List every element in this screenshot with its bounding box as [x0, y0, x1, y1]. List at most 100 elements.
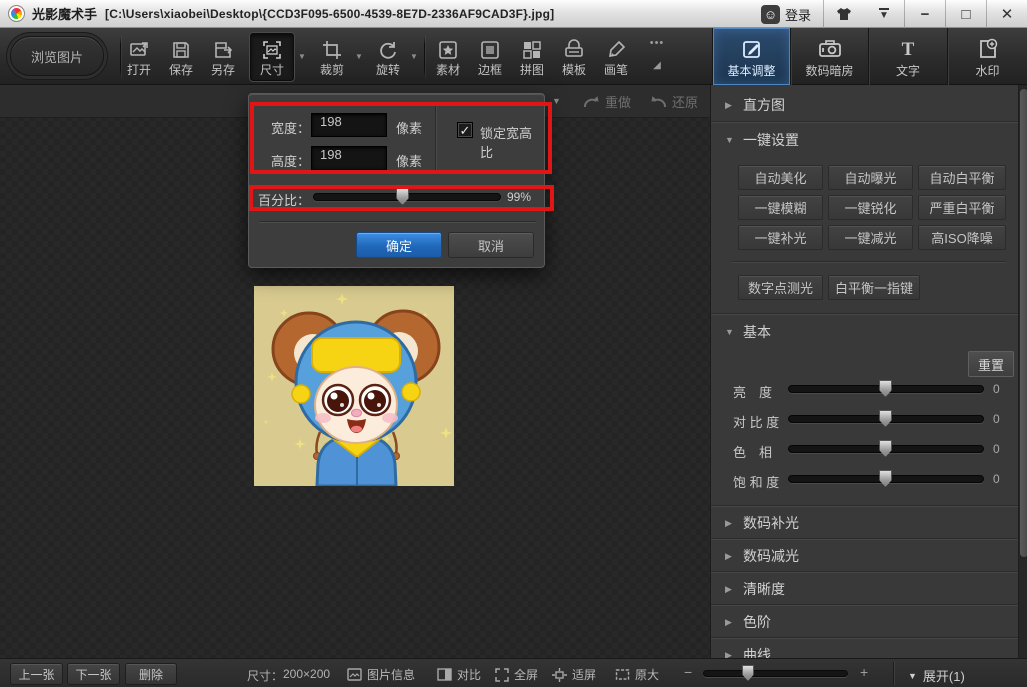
- redo-button[interactable]: 重做: [583, 92, 631, 111]
- collapsed-arrow-icon: ▶: [725, 551, 733, 562]
- titlebar: 光影魔术手 [C:\Users\xiaobei\Desktop\{CCD3F09…: [0, 0, 1027, 28]
- expand-tray-button[interactable]: ▼ 展开(1): [908, 666, 965, 685]
- saturation-slider[interactable]: [788, 475, 984, 483]
- login-label: 登录: [785, 5, 811, 24]
- reset-button[interactable]: 重置: [968, 351, 1014, 377]
- fit-screen-button[interactable]: 适屏: [552, 666, 596, 683]
- section-digital-fill-light[interactable]: ▶ 数码补光: [711, 510, 1011, 536]
- avatar-smiley-icon: ☺: [761, 5, 780, 24]
- zoom-slider-thumb[interactable]: [742, 665, 754, 681]
- tab-basic-adjust[interactable]: 基本调整: [712, 28, 790, 85]
- high-iso-denoise-button[interactable]: 高ISO降噪: [918, 225, 1006, 250]
- chevron-down-icon: ▼: [879, 8, 889, 21]
- border-button[interactable]: 边框: [468, 33, 512, 81]
- saturation-slider-row: 饱 和 度 0: [711, 469, 1018, 489]
- crop-icon: [321, 39, 343, 61]
- save-button[interactable]: 保存: [159, 33, 203, 81]
- contrast-slider[interactable]: [788, 415, 984, 423]
- original-size-button[interactable]: 原大: [615, 666, 659, 683]
- auto-exposure-button[interactable]: 自动曝光: [828, 165, 913, 190]
- white-balance-one-key-button[interactable]: 白平衡一指键: [828, 275, 920, 300]
- compare-button[interactable]: 对比: [437, 666, 481, 683]
- panel-divider: [711, 538, 1018, 540]
- close-button[interactable]: ✕: [987, 0, 1027, 28]
- resize-dropdown-arrow[interactable]: ▼: [298, 52, 306, 61]
- auto-beautify-button[interactable]: 自动美化: [738, 165, 823, 190]
- cartoon-monkey-image: [254, 286, 454, 486]
- ok-button[interactable]: 确定: [356, 232, 442, 258]
- one-key-dim-light-button[interactable]: 一键减光: [828, 225, 913, 250]
- delete-image-button[interactable]: 删除: [125, 663, 177, 685]
- rotate-dropdown-arrow[interactable]: ▼: [410, 52, 418, 61]
- corner-triangle-icon: ◢: [640, 61, 674, 71]
- save-as-button[interactable]: 另存: [201, 33, 245, 81]
- login-button[interactable]: ☺ 登录: [749, 0, 823, 28]
- cancel-button[interactable]: 取消: [448, 232, 534, 258]
- collapsed-arrow-icon: ▶: [725, 518, 733, 529]
- rotate-icon: [377, 39, 399, 61]
- brush-button[interactable]: 画笔: [594, 33, 638, 81]
- brightness-slider[interactable]: [788, 385, 984, 393]
- open-button[interactable]: 打开: [117, 33, 161, 81]
- panel-scrollbar-thumb[interactable]: [1020, 89, 1027, 557]
- contrast-slider-row: 对 比 度 0: [711, 409, 1018, 429]
- digital-spot-metering-button[interactable]: 数字点测光: [738, 275, 823, 300]
- zoom-slider[interactable]: [703, 670, 848, 677]
- skin-button[interactable]: [824, 0, 864, 28]
- section-basic[interactable]: ▼ 基本: [711, 319, 1011, 345]
- rotate-button[interactable]: 旋转: [366, 33, 410, 81]
- contrast-slider-thumb[interactable]: [879, 410, 892, 427]
- one-key-blur-button[interactable]: 一键模糊: [738, 195, 823, 220]
- undo-button[interactable]: 还原: [650, 92, 698, 111]
- one-key-sharpen-button[interactable]: 一键锐化: [828, 195, 913, 220]
- size-value: 200×200: [283, 667, 330, 681]
- section-one-key[interactable]: ▼ 一键设置: [711, 127, 1011, 153]
- resize-button[interactable]: 尺寸: [250, 33, 294, 81]
- undo-arrow-icon: [650, 94, 667, 109]
- minimize-button[interactable]: −: [905, 0, 945, 28]
- photo-preview[interactable]: [254, 286, 454, 486]
- material-button[interactable]: 素材: [426, 33, 470, 81]
- fullscreen-button[interactable]: 全屏: [495, 666, 538, 683]
- brightness-slider-thumb[interactable]: [879, 380, 892, 397]
- collapse-toolbar-button[interactable]: ▼: [864, 0, 904, 28]
- edit-square-icon: [740, 37, 764, 61]
- fit-screen-icon: [552, 668, 567, 682]
- fullscreen-icon: [495, 668, 509, 682]
- hue-slider-thumb[interactable]: [879, 440, 892, 457]
- crop-dropdown-arrow[interactable]: ▼: [355, 52, 363, 61]
- more-tools-button[interactable]: ••• ◢: [640, 38, 674, 71]
- tab-watermark[interactable]: 水印: [947, 28, 1027, 85]
- auto-white-balance-button[interactable]: 自动白平衡: [918, 165, 1006, 190]
- section-levels[interactable]: ▶ 色阶: [711, 609, 1011, 635]
- section-histogram[interactable]: ▶ 直方图: [711, 92, 1011, 118]
- saturation-slider-thumb[interactable]: [879, 470, 892, 487]
- browse-images-button[interactable]: 浏览图片: [10, 36, 104, 76]
- image-info-icon: [347, 668, 362, 681]
- panel-scrollbar[interactable]: [1018, 85, 1027, 658]
- brightness-slider-row: 亮 度 0: [711, 379, 1018, 399]
- hidden-dropdown-arrow[interactable]: ▼: [552, 96, 561, 106]
- hue-slider[interactable]: [788, 445, 984, 453]
- save-floppy-icon: [170, 39, 192, 61]
- next-image-button[interactable]: 下一张: [67, 663, 120, 685]
- section-digital-dim-light[interactable]: ▶ 数码减光: [711, 543, 1011, 569]
- maximize-button[interactable]: □: [946, 0, 986, 28]
- tab-digital-darkroom[interactable]: 数码暗房: [790, 28, 868, 85]
- collage-grid-icon: [521, 39, 543, 61]
- section-clarity[interactable]: ▶ 清晰度: [711, 576, 1011, 602]
- zoom-out-button[interactable]: −: [684, 665, 692, 679]
- severe-white-balance-button[interactable]: 严重白平衡: [918, 195, 1006, 220]
- one-key-fill-light-button[interactable]: 一键补光: [738, 225, 823, 250]
- ellipsis-icon: •••: [640, 38, 674, 49]
- crop-button[interactable]: 裁剪: [310, 33, 354, 81]
- template-button[interactable]: 模板: [552, 33, 596, 81]
- tab-text[interactable]: T 文字: [868, 28, 947, 85]
- collapsed-arrow-icon: ▶: [725, 650, 733, 659]
- chevron-down-icon: ▼: [908, 671, 917, 681]
- previous-image-button[interactable]: 上一张: [10, 663, 63, 685]
- zoom-in-button[interactable]: +: [860, 665, 868, 679]
- section-curves[interactable]: ▶ 曲线: [711, 642, 1011, 658]
- image-info-button[interactable]: 图片信息: [347, 666, 415, 683]
- collage-button[interactable]: 拼图: [510, 33, 554, 81]
